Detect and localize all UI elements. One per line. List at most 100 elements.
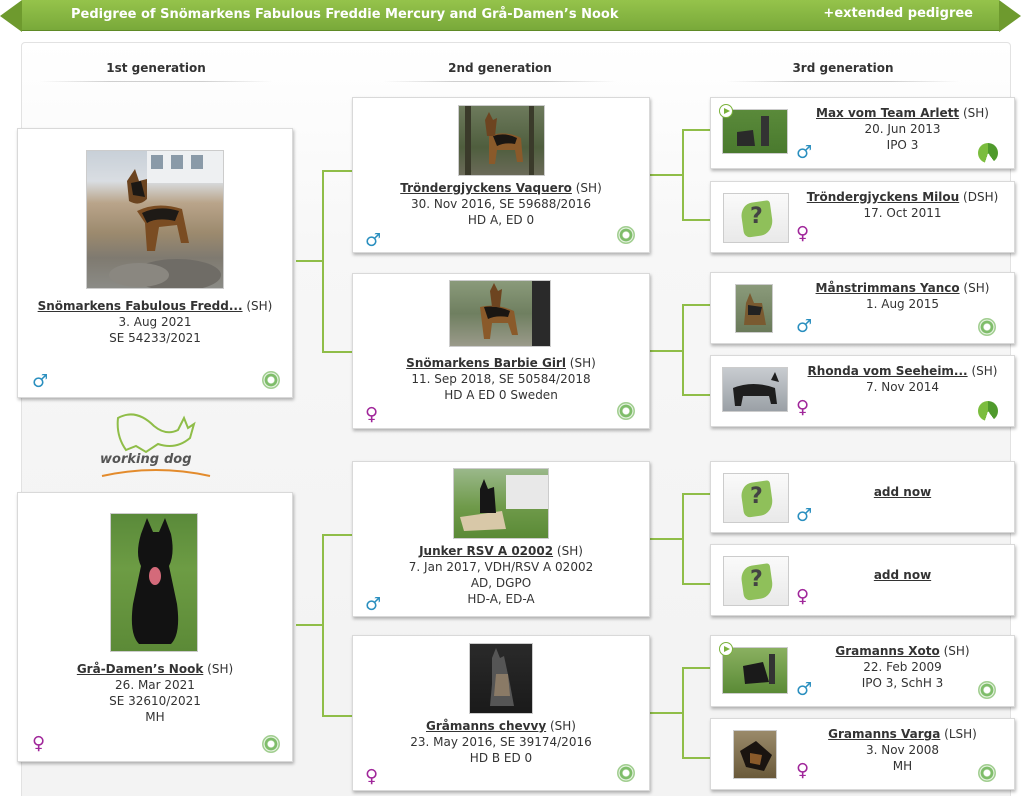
dog-card-sire[interactable]: Snömarkens Fabulous Fredd... (SH) 3. Aug… xyxy=(17,128,293,398)
extended-pedigree-link[interactable]: +extended pedigree xyxy=(823,6,973,21)
connector xyxy=(322,351,352,353)
dog-info: add now xyxy=(791,485,1014,499)
dog-info: Junker RSV A 02002 (SH) 7. Jan 2017, VDH… xyxy=(353,543,649,607)
connector xyxy=(682,129,710,131)
registry-badge-icon[interactable] xyxy=(262,735,280,753)
female-icon: ♀ xyxy=(796,223,810,244)
dog-photo[interactable] xyxy=(722,647,788,694)
dog-photo[interactable] xyxy=(735,284,773,333)
connector xyxy=(682,129,684,221)
registry-badge-icon[interactable] xyxy=(978,143,998,163)
dog-card-dam[interactable]: Grå-Damen’s Nook (SH) 26. Mar 2021 SE 32… xyxy=(17,492,293,762)
registry-badge-icon[interactable] xyxy=(978,681,996,699)
male-icon: ♂ xyxy=(32,371,49,392)
connector xyxy=(322,170,352,172)
dog-info: Tröndergjyckens Milou (DSH) 17. Oct 2011 xyxy=(791,189,1014,221)
registry-badge-icon[interactable] xyxy=(617,764,635,782)
dog-photo[interactable] xyxy=(469,643,533,714)
dog-detail: 3. Nov 2008 xyxy=(865,743,940,757)
dog-card-gen3-empty[interactable]: ? add now ♂ xyxy=(710,461,1015,533)
dog-card-gen3[interactable]: Månstrimmans Yanco (SH) 1. Aug 2015 ♂ xyxy=(710,272,1015,344)
registry-badge-icon[interactable] xyxy=(978,764,996,782)
dog-info: Månstrimmans Yanco (SH) 1. Aug 2015 xyxy=(791,280,1014,312)
dog-card-gen2[interactable]: Snömarkens Barbie Girl (SH) 11. Sep 2018… xyxy=(352,273,650,429)
dog-card-gen3-empty[interactable]: ? add now ♀ xyxy=(710,544,1015,616)
connector xyxy=(296,260,322,262)
dog-info: Grå-Damen’s Nook (SH) 26. Mar 2021 SE 32… xyxy=(18,661,292,725)
dog-name-link[interactable]: Snömarkens Barbie Girl xyxy=(406,356,566,370)
dog-name-link[interactable]: Grå-Damen’s Nook xyxy=(77,662,203,676)
dog-name-link[interactable]: Gramanns Varga xyxy=(828,727,940,741)
dog-photo[interactable] xyxy=(449,280,551,347)
male-icon: ♂ xyxy=(796,679,813,700)
connector xyxy=(650,538,682,540)
connector xyxy=(682,219,710,221)
connector xyxy=(682,667,684,759)
dog-name-link[interactable]: Junker RSV A 02002 xyxy=(419,544,553,558)
connector xyxy=(682,493,684,585)
connector xyxy=(650,174,682,176)
female-icon: ♀ xyxy=(796,760,810,781)
play-video-icon[interactable] xyxy=(719,104,733,118)
dog-photo[interactable] xyxy=(110,513,198,652)
dog-card-gen3[interactable]: Gramanns Varga (LSH) 3. Nov 2008 MH ♀ xyxy=(710,718,1015,790)
dog-card-gen3[interactable]: Rhonda vom Seeheim... (SH) 7. Nov 2014 ♀ xyxy=(710,355,1015,427)
registry-badge-icon[interactable] xyxy=(617,402,635,420)
breed-code: (SH) xyxy=(246,299,273,313)
dog-card-gen3[interactable]: Max vom Team Arlett (SH) 20. Jun 2013 IP… xyxy=(710,97,1015,169)
dog-name-link[interactable]: Snömarkens Fabulous Fredd... xyxy=(38,299,243,313)
generation-label-3: 3rd generation xyxy=(727,61,959,82)
breed-code: (SH) xyxy=(943,644,970,658)
dog-detail: SE 32610/2021 xyxy=(109,694,201,708)
dog-name-link[interactable]: Månstrimmans Yanco xyxy=(816,281,960,295)
connector xyxy=(682,304,684,396)
dog-photo[interactable] xyxy=(86,150,224,289)
dog-name-link[interactable]: Gramanns Xoto xyxy=(835,644,939,658)
dog-name-link[interactable]: Rhonda vom Seeheim... xyxy=(808,364,968,378)
dog-name-link[interactable]: Tröndergjyckens Vaquero xyxy=(400,181,572,195)
dog-name-link[interactable]: Max vom Team Arlett xyxy=(816,106,959,120)
page-title: Pedigree of Snömarkens Fabulous Freddie … xyxy=(71,7,619,22)
dog-detail: 22. Feb 2009 xyxy=(863,660,942,674)
registry-badge-icon[interactable] xyxy=(262,371,280,389)
registry-badge-icon[interactable] xyxy=(617,226,635,244)
connector xyxy=(322,170,324,352)
dog-photo[interactable] xyxy=(458,105,545,176)
dog-detail: 3. Aug 2021 xyxy=(118,315,192,329)
add-now-link[interactable]: add now xyxy=(874,485,931,499)
connector xyxy=(682,583,710,585)
male-icon: ♂ xyxy=(796,505,813,526)
dog-card-gen2[interactable]: Junker RSV A 02002 (SH) 7. Jan 2017, VDH… xyxy=(352,461,650,617)
play-video-icon[interactable] xyxy=(719,642,733,656)
unknown-dog-placeholder-icon: ? xyxy=(723,473,789,523)
dog-name-link[interactable]: Tröndergjyckens Milou xyxy=(807,190,959,204)
dog-card-gen3[interactable]: ? Tröndergjyckens Milou (DSH) 17. Oct 20… xyxy=(710,181,1015,253)
dog-photo[interactable] xyxy=(453,468,549,539)
registry-badge-icon[interactable] xyxy=(978,401,998,421)
breed-code: (SH) xyxy=(971,364,998,378)
dog-detail: HD B ED 0 xyxy=(469,751,533,765)
dog-photo[interactable] xyxy=(722,367,788,412)
female-icon: ♀ xyxy=(365,404,379,425)
dog-photo[interactable] xyxy=(733,730,777,779)
add-now-link[interactable]: add now xyxy=(874,568,931,582)
dog-name-link[interactable]: Gråmanns chevvy xyxy=(426,719,546,733)
dog-detail: 26. Mar 2021 xyxy=(115,678,195,692)
connector xyxy=(682,667,710,669)
generation-label-2: 2nd generation xyxy=(384,61,616,82)
dog-detail: 23. May 2016, SE 39174/2016 xyxy=(410,735,592,749)
dog-detail: HD A ED 0 Sweden xyxy=(444,388,558,402)
dog-card-gen2[interactable]: Tröndergjyckens Vaquero (SH) 30. Nov 201… xyxy=(352,97,650,253)
dog-card-gen2[interactable]: Gråmanns chevvy (SH) 23. May 2016, SE 39… xyxy=(352,635,650,791)
dog-info: Snömarkens Fabulous Fredd... (SH) 3. Aug… xyxy=(18,298,292,346)
dog-detail: 20. Jun 2013 xyxy=(864,122,941,136)
registry-badge-icon[interactable] xyxy=(978,318,996,336)
breed-code: (SH) xyxy=(549,719,576,733)
unknown-dog-placeholder-icon: ? xyxy=(723,193,789,243)
dog-card-gen3[interactable]: Gramanns Xoto (SH) 22. Feb 2009 IPO 3, S… xyxy=(710,635,1015,707)
breed-code: (SH) xyxy=(963,281,990,295)
ribbon-fold-right xyxy=(999,0,1021,32)
dog-photo[interactable] xyxy=(722,109,788,154)
dog-detail: SE 54233/2021 xyxy=(109,331,201,345)
male-icon: ♂ xyxy=(796,142,813,163)
